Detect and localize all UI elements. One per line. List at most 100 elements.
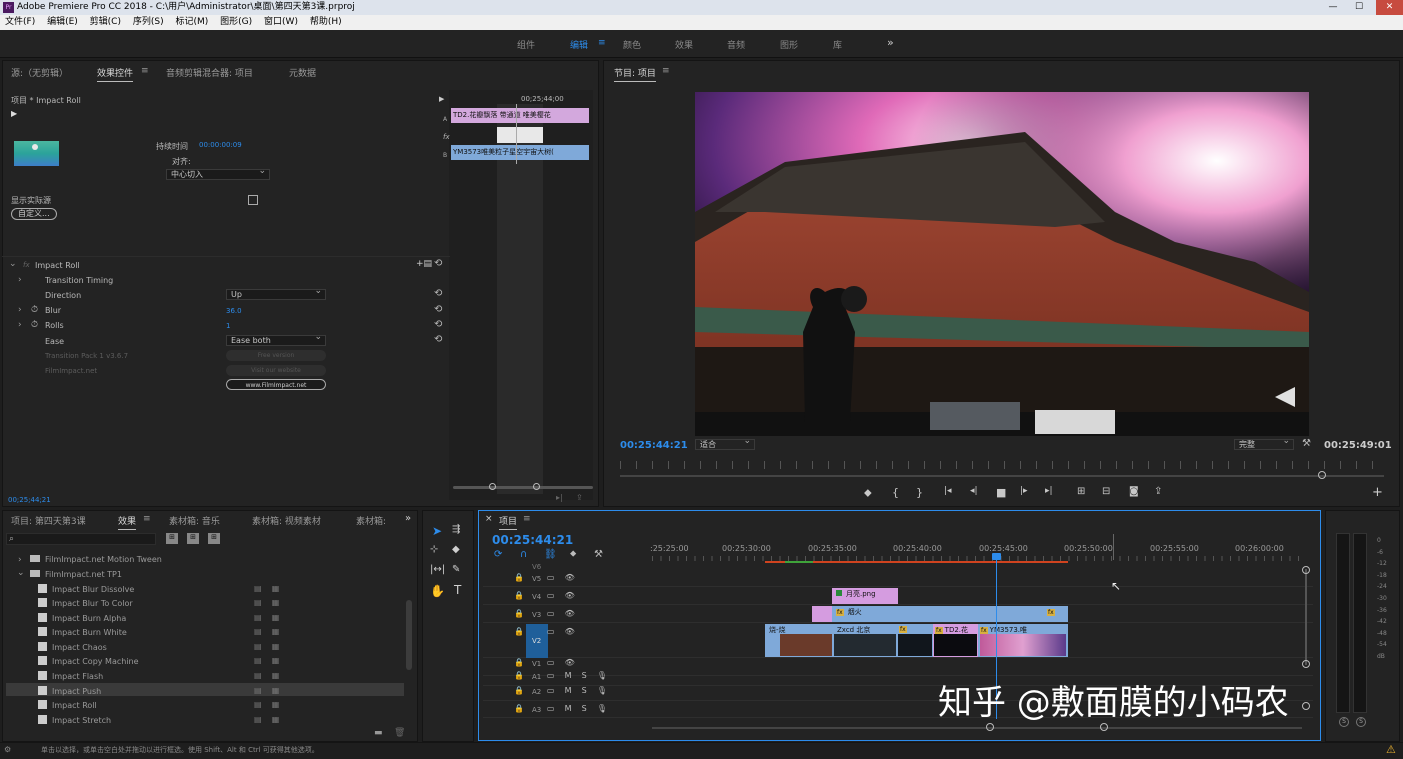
- program-ruler[interactable]: [620, 461, 1384, 469]
- effect-item[interactable]: Impact Flash: [38, 671, 103, 681]
- solo-left-button[interactable]: S: [1339, 717, 1349, 727]
- workspace-color[interactable]: 颜色: [623, 38, 641, 51]
- ec-share-icon[interactable]: ⇪: [576, 493, 583, 502]
- folder-collapse-icon[interactable]: ⌄: [17, 568, 25, 578]
- track-select-tool-icon[interactable]: ⇶: [452, 524, 460, 535]
- audio-vscroll-handle[interactable]: [1302, 702, 1310, 710]
- play-transition-icon[interactable]: ▶: [11, 109, 17, 118]
- button-editor-add-icon[interactable]: +: [1372, 485, 1383, 500]
- stop-icon[interactable]: ■: [996, 486, 1006, 499]
- menu-sequence[interactable]: 序列(S): [133, 17, 164, 27]
- workspace-effects[interactable]: 效果: [675, 38, 693, 51]
- timeline-horizontal-scrollbar[interactable]: [652, 727, 1302, 729]
- solo-right-button[interactable]: S: [1356, 717, 1366, 727]
- menu-graphics[interactable]: 图形(G): [220, 17, 252, 27]
- timing-expand-icon[interactable]: ›: [18, 275, 22, 285]
- track-controls[interactable]: 🔒 ▭ 👁: [514, 627, 575, 636]
- folder-motion-tween[interactable]: FilmImpact.net Motion Tween: [45, 555, 162, 564]
- effect-item[interactable]: Impact Copy Machine: [38, 656, 139, 666]
- reset-direction-icon[interactable]: ⟲: [434, 288, 442, 299]
- wrench-icon[interactable]: ⚒: [1302, 438, 1311, 449]
- tab-bin-other[interactable]: 素材箱:: [356, 514, 386, 527]
- export-frame-icon[interactable]: ◙: [1129, 486, 1139, 497]
- reset-blur-icon[interactable]: ⟲: [434, 304, 442, 315]
- effect-item[interactable]: Impact Roll: [38, 700, 97, 710]
- program-menu-icon[interactable]: ≡: [662, 66, 670, 76]
- ease-dropdown[interactable]: Ease both: [226, 333, 326, 346]
- menu-window[interactable]: 窗口(W): [264, 17, 298, 27]
- ec-zoom-scrollbar[interactable]: [453, 486, 593, 489]
- workspace-audio[interactable]: 音频: [727, 38, 745, 51]
- ec-export-icon[interactable]: ▸|: [556, 493, 563, 502]
- new-bin-icon[interactable]: ▬: [374, 728, 383, 738]
- audio-track-controls[interactable]: 🔒 ▭ M S 🎙: [514, 704, 607, 713]
- vscroll-handle-top[interactable]: [1302, 566, 1310, 574]
- reset-rolls-icon[interactable]: ⟲: [434, 319, 442, 330]
- timeline-close-icon[interactable]: ×: [485, 514, 493, 524]
- timeline-vertical-scrollbar[interactable]: [1305, 569, 1307, 665]
- effect-item[interactable]: Impact Stretch: [38, 715, 111, 725]
- blur-stopwatch-icon[interactable]: ⏱: [31, 305, 38, 315]
- workspace-assembly[interactable]: 组件: [517, 38, 535, 51]
- program-video-frame[interactable]: [695, 92, 1309, 436]
- program-current-time[interactable]: 00:25:44:21: [620, 440, 688, 451]
- folder-tp1[interactable]: FilmImpact.net TP1: [45, 570, 122, 579]
- panel-menu-icon[interactable]: ≡: [141, 66, 149, 76]
- type-tool-icon[interactable]: T: [454, 583, 461, 597]
- lift-icon[interactable]: ⊞: [1077, 486, 1085, 497]
- extract-icon[interactable]: ⊟: [1102, 486, 1110, 497]
- add-marker-timeline-icon[interactable]: ⬥: [570, 549, 576, 559]
- pen-tool-icon[interactable]: ✎: [452, 564, 460, 575]
- clip-moon[interactable]: 月亮.png: [832, 588, 898, 604]
- duration-value[interactable]: 00:00:00:09: [199, 141, 242, 149]
- tab-project[interactable]: 项目: 第四天第3课: [11, 514, 86, 527]
- minimize-button[interactable]: —: [1322, 0, 1344, 15]
- workspace-editing[interactable]: 编辑: [570, 38, 588, 51]
- rolls-expand-icon[interactable]: ›: [18, 320, 22, 330]
- menu-markers[interactable]: 标记(M): [175, 17, 208, 27]
- effects-more-icon[interactable]: »: [405, 513, 411, 524]
- track-controls[interactable]: 🔒 ▭ 👁: [514, 609, 575, 618]
- clip-v3-lead[interactable]: [812, 606, 832, 622]
- zoom-fit-dropdown[interactable]: 适合: [695, 437, 755, 450]
- vscroll-handle-bottom[interactable]: [1302, 660, 1310, 668]
- effect-item[interactable]: Impact Blur Dissolve: [38, 584, 134, 594]
- menu-file[interactable]: 文件(F): [5, 17, 35, 27]
- effect-new-layer-icon[interactable]: +▤: [416, 259, 432, 269]
- workspace-menu-icon[interactable]: ≡: [598, 38, 606, 48]
- effect-collapse-icon[interactable]: ⌄: [9, 259, 17, 269]
- track-controls[interactable]: 🔒 ▭ 👁: [514, 573, 575, 582]
- mark-in-icon[interactable]: {: [892, 486, 899, 499]
- snap-icon[interactable]: ∩: [520, 549, 527, 560]
- nest-toggle-icon[interactable]: ⟳: [494, 549, 502, 560]
- clip-b[interactable]: YM3573唯美粒子星空宇宙大树(: [451, 145, 589, 160]
- clip-a[interactable]: TD2.花瓣飘落 带通道 唯美樱花: [451, 108, 589, 123]
- playhead-handle[interactable]: [992, 553, 1001, 560]
- blur-value[interactable]: 36.0: [226, 307, 242, 315]
- go-to-in-icon[interactable]: |◂: [944, 486, 952, 496]
- track-label[interactable]: V2: [532, 637, 541, 645]
- timeline-timecode[interactable]: 00:25:44:21: [492, 533, 573, 547]
- tab-bin-music[interactable]: 素材箱: 音乐: [169, 514, 220, 527]
- ripple-edit-tool-icon[interactable]: ⊹: [430, 544, 438, 555]
- reset-effect-icon[interactable]: ⟲: [434, 258, 442, 269]
- folder-expand-icon[interactable]: ›: [18, 555, 22, 565]
- go-to-out-icon[interactable]: ▸|: [1045, 486, 1053, 496]
- tab-effect-controls[interactable]: 效果控件: [97, 66, 134, 82]
- visit-website-button[interactable]: Visit our website: [226, 365, 326, 376]
- audio-track-controls[interactable]: 🔒 ▭ M S 🎙: [514, 671, 607, 680]
- clip-fireworks[interactable]: fx 烟火: [832, 606, 1068, 622]
- delete-icon[interactable]: 🗑: [394, 728, 405, 738]
- audio-track-controls[interactable]: 🔒 ▭ M S 🎙: [514, 686, 607, 695]
- workspace-more-icon[interactable]: »: [887, 36, 894, 49]
- customize-button[interactable]: 自定义...: [11, 208, 57, 220]
- workspace-libraries[interactable]: 库: [833, 38, 842, 51]
- comparison-view-icon[interactable]: ⇪: [1154, 486, 1162, 497]
- razor-tool-icon[interactable]: ◆: [452, 544, 460, 555]
- direction-dropdown[interactable]: Up: [226, 287, 326, 300]
- tab-audio-clip-mixer[interactable]: 音频剪辑混合器: 项目: [166, 66, 253, 79]
- tab-metadata[interactable]: 元数据: [289, 66, 316, 79]
- tab-effects[interactable]: 效果: [118, 514, 137, 530]
- yuv-effects-icon[interactable]: ⊞: [208, 533, 220, 544]
- hscroll-handle-right[interactable]: [1100, 723, 1108, 731]
